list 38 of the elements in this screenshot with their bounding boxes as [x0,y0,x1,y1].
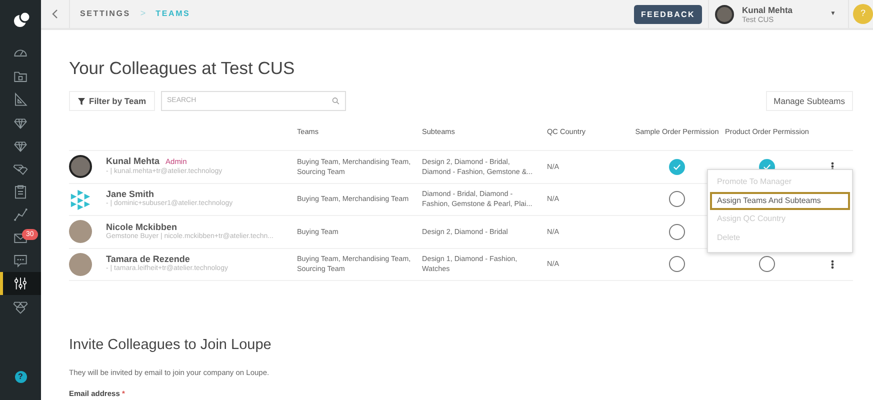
gems-icon [13,299,28,314]
avatar-photo [69,220,92,244]
permission-checkbox[interactable] [759,256,775,272]
chat-icon [13,253,28,268]
page-title: Your Colleagues at Test CUS [69,58,296,79]
more-vertical-icon[interactable] [831,260,834,269]
breadcrumb-link[interactable]: SETTINGS [80,8,130,20]
folder-icon [13,69,28,84]
permission-checkbox[interactable] [669,158,685,175]
filter-button[interactable]: Filter by Team [69,91,155,111]
menu-item[interactable]: Assign Teams And Subteams [711,192,849,208]
help-button[interactable]: ? [14,371,26,383]
user-name: Kunal Mehta [106,156,160,166]
feedback-button[interactable]: FEEDBACK [634,4,702,24]
pattern-avatar-icon [69,188,92,211]
sidebar-item[interactable] [0,272,41,295]
user-name: Nicole Mckibben [106,222,178,232]
permission-checkbox[interactable] [669,224,685,240]
user-name: Kunal Mehta [742,4,793,14]
section-title: Invite Colleagues to Join Loupe [69,337,272,354]
user-name: Tamara de Rezende [106,254,190,264]
sliders-icon [13,276,28,291]
permission-checkbox[interactable] [669,191,685,208]
permission-checkbox[interactable] [669,256,685,272]
line-chart-icon [13,207,28,222]
check-icon [673,162,681,171]
user-name: Jane Smith [106,189,154,200]
avatar-photo [69,252,92,276]
clipboard-icon [13,184,28,199]
breadcrumb-separator: > [140,7,146,20]
manage-subteams-button[interactable]: Manage Subteams [766,91,853,111]
logo-icon [12,10,30,28]
search-icon [332,97,340,105]
filter-icon [78,98,85,104]
avatar-photo [69,155,92,178]
chevron-left-icon [51,9,59,19]
ruler-triangle-icon [13,92,28,107]
avatar-photo [715,4,734,24]
